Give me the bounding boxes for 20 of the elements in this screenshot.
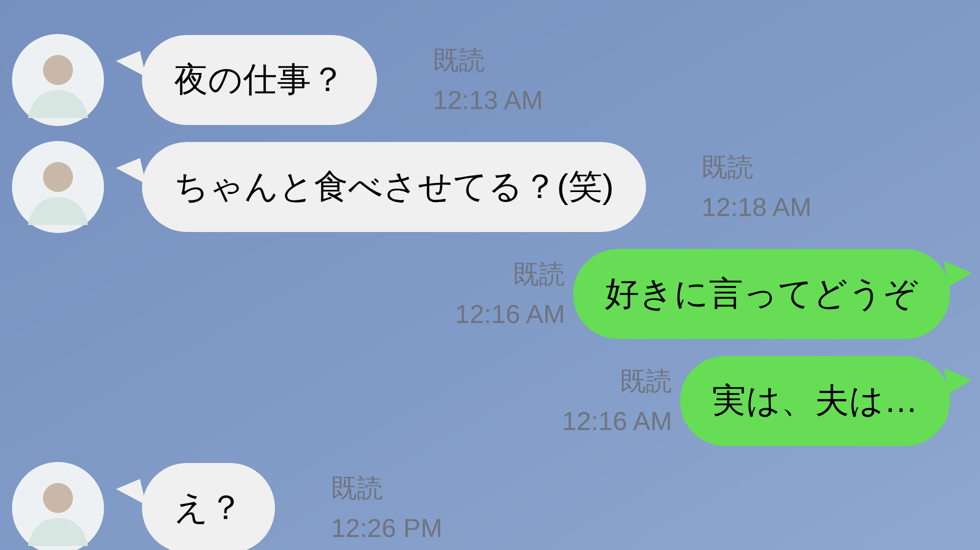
message-bubble: え？ [142,463,275,550]
bubble-tail-icon [116,158,146,184]
message-bubble: 実は、夫は… [680,356,950,446]
message-time: 12:13 AM [433,84,543,117]
read-receipt: 既読 [433,44,485,77]
read-receipt: 既読 [513,258,565,291]
bubble-tail-icon [944,261,972,287]
bubble-tail-icon [116,51,146,77]
message-time: 12:18 AM [702,191,812,224]
message-time: 12:16 AM [562,405,672,438]
message-time: 12:16 AM [455,298,565,331]
message-bubble: ちゃんと食べさせてる？(笑) [142,142,646,232]
message-bubble: 夜の仕事？ [142,35,377,125]
message-time: 12:26 PM [331,512,442,545]
read-receipt: 既読 [620,365,672,398]
bubble-tail-icon [116,479,146,505]
bubble-tail-icon [944,368,972,394]
message-bubble: 好きに言ってどうぞ [573,249,950,339]
read-receipt: 既読 [331,472,383,505]
read-receipt: 既読 [702,151,754,184]
